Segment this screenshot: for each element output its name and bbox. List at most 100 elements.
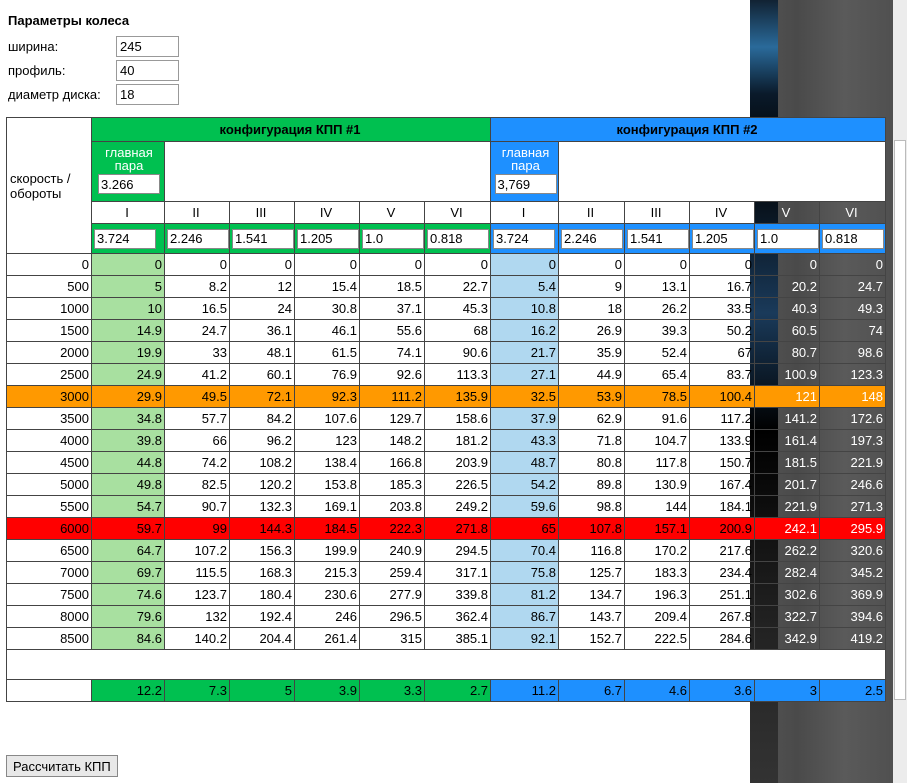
speed-cell: 54.2: [490, 473, 560, 496]
rpm-cell: 5500: [6, 495, 92, 518]
speed-cell: 48.1: [229, 341, 295, 364]
scrollbar[interactable]: [893, 0, 907, 783]
ratio-input-2-3[interactable]: [627, 228, 690, 249]
speed-cell: 80.7: [754, 341, 821, 364]
speed-cell: 15.4: [294, 275, 360, 298]
speed-cell: 64.7: [91, 539, 165, 562]
speed-cell: 123.3: [819, 363, 887, 386]
ratio-cell-1-6: [423, 223, 492, 254]
speed-cell: 185.3: [359, 473, 425, 496]
speed-cell: 192.4: [229, 605, 295, 628]
ratio-input-1-3[interactable]: [232, 228, 294, 249]
speed-cell: 83.7: [689, 363, 756, 386]
speed-cell: 0: [294, 253, 360, 276]
speed-cell: 0: [754, 253, 821, 276]
ratio-input-1-6[interactable]: [427, 228, 489, 249]
speed-cell: 98.6: [819, 341, 887, 364]
ratio-input-1-1[interactable]: [94, 228, 156, 249]
speed-cell: 199.9: [294, 539, 360, 562]
gear-header-1-2: II: [164, 201, 230, 224]
table-row: 2500 24.9 41.2 60.1 76.9 92.6 113.3 27.1 44.9 65.…: [6, 363, 887, 386]
speed-cell: 5: [91, 275, 165, 298]
speed-cell: 271.3: [819, 495, 887, 518]
speed-cell: 0: [558, 253, 626, 276]
ratio-input-1-2[interactable]: [167, 228, 229, 249]
ratio-cell-2-3: [624, 223, 691, 254]
speed-cell: 9: [558, 275, 626, 298]
speed-cell: 317.1: [423, 561, 492, 584]
speed-cell: 68: [423, 319, 492, 342]
ratio-input-2-4[interactable]: [692, 228, 755, 249]
speed-cell: 117.2: [689, 407, 756, 430]
rpm-cell: 5000: [6, 473, 92, 496]
speed-cell: 184.1: [689, 495, 756, 518]
speed-cell: 107.8: [558, 517, 626, 540]
ratio-input-2-5[interactable]: [757, 228, 820, 249]
ratio-input-2-2[interactable]: [561, 228, 624, 249]
profile-input[interactable]: [116, 59, 179, 81]
speed-cell: 217.6: [689, 539, 756, 562]
speed-cell: 166.8: [359, 451, 425, 474]
gear-header-1-1: I: [91, 201, 165, 224]
speed-cell: 246: [294, 605, 360, 628]
speed-cell: 342.9: [754, 627, 821, 650]
ratio-input-2-1[interactable]: [493, 228, 556, 249]
diff-cell: 11.2: [490, 679, 560, 702]
main-pair1-input[interactable]: [98, 174, 160, 194]
speed-cell: 92.3: [294, 385, 360, 408]
speed-cell: 203.9: [423, 451, 492, 474]
speed-cell: 156.3: [229, 539, 295, 562]
speed-cell: 60.1: [229, 363, 295, 386]
main-pair2-input[interactable]: [494, 174, 557, 194]
diff-cell: 5: [229, 679, 295, 702]
gear-header-1-6: VI: [423, 201, 492, 224]
rim-diameter-label: диаметр диска:: [8, 86, 101, 102]
rpm-cell: 6000: [6, 517, 92, 540]
speed-cell: 45.3: [423, 297, 492, 320]
scrollbar-thumb[interactable]: [894, 140, 906, 700]
speed-cell: 71.8: [558, 429, 626, 452]
gear-header-2-3: III: [624, 201, 691, 224]
speed-cell: 90.7: [164, 495, 230, 518]
speed-cell: 181.2: [423, 429, 492, 452]
speed-cell: 138.4: [294, 451, 360, 474]
gear-header-2-5: V: [754, 201, 821, 224]
speed-cell: 200.9: [689, 517, 756, 540]
speed-cell: 134.7: [558, 583, 626, 606]
speed-cell: 54.7: [91, 495, 165, 518]
rpm-cell: 6500: [6, 539, 92, 562]
speed-cell: 49.3: [819, 297, 887, 320]
speed-cell: 84.6: [91, 627, 165, 650]
speed-cell: 284.6: [689, 627, 756, 650]
speed-cell: 215.3: [294, 561, 360, 584]
speed-cell: 419.2: [819, 627, 887, 650]
rpm-cell: 2000: [6, 341, 92, 364]
speed-cell: 43.3: [490, 429, 560, 452]
speed-cell: 33.5: [689, 297, 756, 320]
table-row: 5000 49.8 82.5 120.2 153.8 185.3 226.5 54.2 89.8…: [6, 473, 887, 496]
speed-cell: 161.4: [754, 429, 821, 452]
speed-cell: 184.5: [294, 517, 360, 540]
ratio-input-1-4[interactable]: [297, 228, 359, 249]
width-input[interactable]: [116, 35, 179, 57]
rpm-cell: 2500: [6, 363, 92, 386]
rpm-cell: 1500: [6, 319, 92, 342]
calculate-gearbox-button[interactable]: Рассчитать КПП: [6, 755, 118, 777]
ratio-input-1-5[interactable]: [362, 228, 424, 249]
gear-header-2-1: I: [490, 201, 560, 224]
speed-cell: 130.9: [624, 473, 691, 496]
speed-cell: 52.4: [624, 341, 691, 364]
speed-cell: 249.2: [423, 495, 492, 518]
speed-cell: 33: [164, 341, 230, 364]
speed-cell: 262.2: [754, 539, 821, 562]
speed-cell: 135.9: [423, 385, 492, 408]
ratio-cell-1-4: [294, 223, 360, 254]
speed-cell: 61.5: [294, 341, 360, 364]
speed-cell: 100.4: [689, 385, 756, 408]
diff-row: 12.2 7.3 5 3.9 3.3 2.7 11.2 6.7 4.6 3.6 3 2.5: [6, 679, 887, 702]
rim-diameter-input[interactable]: [116, 83, 179, 105]
speed-cell: 226.5: [423, 473, 492, 496]
speed-cell: 0: [819, 253, 887, 276]
ratio-input-2-6[interactable]: [822, 228, 885, 249]
table-row: 8000 79.6 132 192.4 246 296.5 362.4 86.7 143.7 20…: [6, 605, 887, 628]
